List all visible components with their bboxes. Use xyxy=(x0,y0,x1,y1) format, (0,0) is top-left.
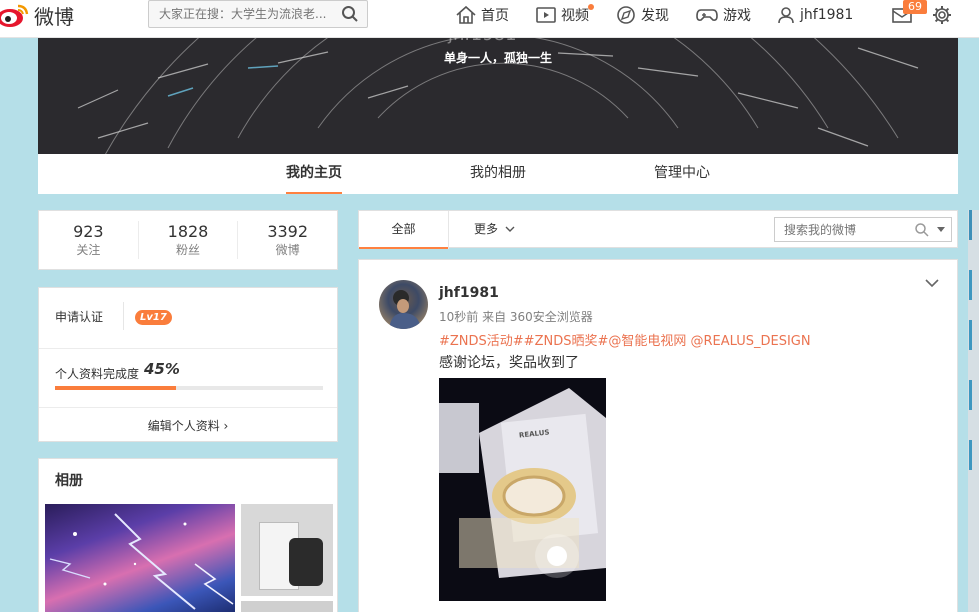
nav-home[interactable]: 首页 xyxy=(455,0,509,30)
lightning-art xyxy=(49,513,234,610)
album-card: 相册 xyxy=(38,458,338,612)
follow-counts-card: 923 关注 1828 粉丝 3392 微博 xyxy=(38,210,338,270)
nav-settings[interactable] xyxy=(932,0,956,30)
posts-count-label: 微博 xyxy=(275,243,300,257)
panel-tab xyxy=(969,320,972,350)
tab-all-posts[interactable]: 全部 xyxy=(359,211,448,249)
top-nav-bar: 微博 首页 视频 发现 游戏 jhf1981 69 xyxy=(0,0,979,38)
more-filter-dropdown[interactable]: 更多 xyxy=(474,211,515,249)
caret-down-icon[interactable] xyxy=(936,226,946,234)
tab-admin-center[interactable]: 管理中心 xyxy=(654,154,710,194)
avatar[interactable] xyxy=(379,280,428,329)
nav-profile[interactable]: jhf1981 xyxy=(776,0,853,30)
post-image[interactable]: REALUS xyxy=(439,378,606,601)
followers-count-label: 粉丝 xyxy=(176,243,201,257)
profile-completion-label: 个人资料完成度 xyxy=(55,367,140,381)
my-posts-search xyxy=(774,217,952,242)
album-photo-product[interactable] xyxy=(241,504,333,596)
profile-tabs: 我的主页 我的相册 管理中心 xyxy=(38,154,958,194)
album-title: 相册 xyxy=(55,473,83,489)
cover-username: jhf1981 xyxy=(448,38,517,45)
profile-info-card: 申请认证 Lv17 个人资料完成度 45% 编辑个人资料 › xyxy=(38,287,338,442)
search-icon[interactable] xyxy=(341,5,359,23)
tab-my-home[interactable]: 我的主页 xyxy=(286,154,342,194)
nav-games[interactable]: 游戏 xyxy=(695,0,751,30)
post-username[interactable]: jhf1981 xyxy=(439,285,499,301)
panel-tab xyxy=(969,440,972,470)
posts-count[interactable]: 3392 微博 xyxy=(238,221,337,259)
nav-games-label: 游戏 xyxy=(723,8,751,24)
avatar-photo xyxy=(389,290,421,329)
chevron-down-icon xyxy=(505,226,515,232)
divider xyxy=(448,211,449,249)
weibo-eye-icon xyxy=(0,4,29,27)
profile-completion-bar-fill xyxy=(55,386,176,390)
divider xyxy=(39,407,337,408)
bracelet-photo xyxy=(439,378,606,601)
post-meta: 10秒前 来自 360安全浏览器 xyxy=(439,310,593,324)
message-count-badge: 69 xyxy=(903,0,927,14)
gamepad-icon xyxy=(696,9,718,21)
nav-home-label: 首页 xyxy=(481,8,509,24)
profile-cover: jhf1981 单身一人，孤独一生 xyxy=(38,38,958,154)
divider xyxy=(123,302,124,330)
logo-text: 微博 xyxy=(34,4,74,29)
divider xyxy=(39,348,337,349)
profile-completion-value: 45% xyxy=(144,360,180,378)
feed-filter-bar: 全部 更多 xyxy=(358,210,958,249)
nav-video[interactable]: 视频 xyxy=(535,0,589,30)
post-hashtags[interactable]: #ZNDS活动##ZNDS晒奖#@智能电视网 @REALUS_DESIGN xyxy=(439,330,811,349)
following-count-number: 923 xyxy=(73,222,104,241)
video-icon xyxy=(536,7,556,23)
my-posts-search-input[interactable] xyxy=(775,218,905,241)
posts-count-number: 3392 xyxy=(267,222,309,241)
cover-signature: 单身一人，孤独一生 xyxy=(444,51,553,65)
level-badge[interactable]: Lv17 xyxy=(135,310,172,325)
post-card: jhf1981 10秒前 来自 360安全浏览器 #ZNDS活动##ZNDS晒奖… xyxy=(358,259,958,612)
edit-profile-link[interactable]: 编辑个人资料 › xyxy=(39,417,337,434)
album-photo-partial[interactable] xyxy=(241,601,333,612)
post-options-chevron-icon[interactable] xyxy=(925,278,939,288)
panel-tab xyxy=(969,270,972,300)
apply-verification-link[interactable]: 申请认证 xyxy=(55,308,103,325)
user-icon xyxy=(778,7,794,24)
compass-icon xyxy=(617,6,635,24)
tab-my-album[interactable]: 我的相册 xyxy=(470,154,526,194)
panel-tab xyxy=(969,210,972,240)
nav-profile-label: jhf1981 xyxy=(800,7,854,23)
post-text: 感谢论坛，奖品收到了 xyxy=(439,355,579,371)
following-count-label: 关注 xyxy=(76,243,101,257)
nav-discover[interactable]: 发现 xyxy=(615,0,669,30)
followers-count[interactable]: 1828 粉丝 xyxy=(139,221,239,259)
followers-count-number: 1828 xyxy=(167,222,209,241)
global-search-input[interactable] xyxy=(149,1,334,27)
nav-discover-label: 发现 xyxy=(641,8,669,24)
weibo-logo[interactable]: 微博 xyxy=(0,0,74,30)
following-count[interactable]: 923 关注 xyxy=(39,221,139,259)
global-search xyxy=(148,0,368,28)
album-photo-nebula[interactable] xyxy=(45,504,235,612)
right-side-panel-edge[interactable] xyxy=(968,210,979,612)
profile-completion-bar xyxy=(55,386,323,390)
search-icon[interactable] xyxy=(914,222,930,238)
gear-icon xyxy=(933,6,951,24)
home-icon xyxy=(456,5,476,24)
panel-tab xyxy=(969,380,972,410)
nav-video-label: 视频 xyxy=(561,8,589,24)
more-filter-label: 更多 xyxy=(474,222,499,236)
device-image xyxy=(289,538,323,586)
video-notification-dot xyxy=(588,4,594,10)
